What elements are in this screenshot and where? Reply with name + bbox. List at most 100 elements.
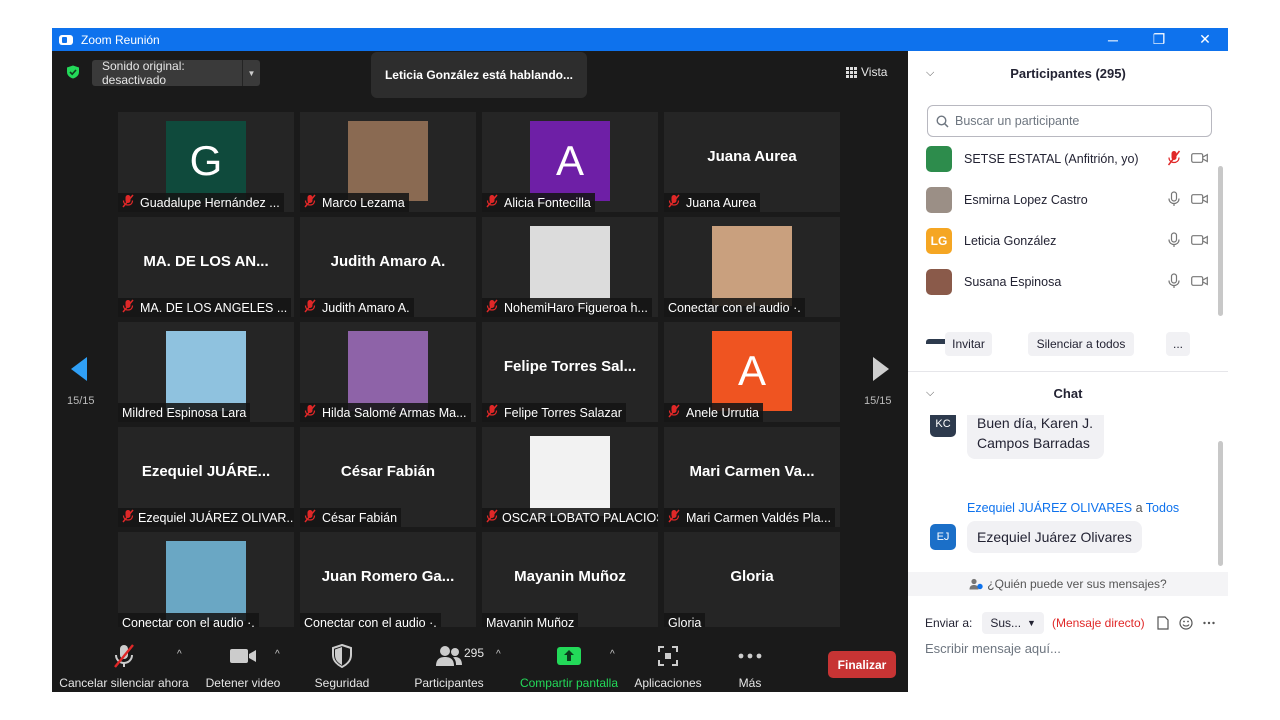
participant-video-tile[interactable]: OSCAR LOBATO PALACIOS: [482, 427, 658, 527]
participant-name-label: NohemiHaro Figueroa h...: [482, 298, 652, 317]
profile-photo: [712, 226, 792, 306]
participant-name-text: OSCAR LOBATO PALACIOS: [502, 510, 658, 525]
previous-page-arrow-icon[interactable]: [65, 354, 95, 384]
microphone-icon[interactable]: [1167, 272, 1181, 292]
title-bar: Zoom Reunión ─ ❐ ✕: [52, 28, 1228, 51]
participant-video-tile[interactable]: Mari Carmen Va... Mari Carmen Valdés Pla.…: [664, 427, 840, 527]
page-indicator-right: 15/15: [864, 395, 892, 407]
participant-row[interactable]: Susana Espinosa: [926, 267, 1208, 297]
share-screen-button[interactable]: Compartir pantalla: [518, 627, 620, 692]
participant-video-tile[interactable]: Ezequiel JUÁRE... Ezequiel JUÁREZ OLIVAR.…: [118, 427, 294, 527]
participant-video-tile[interactable]: Juana Aurea Juana Aurea: [664, 112, 840, 212]
participant-name-label: Juana Aurea: [664, 193, 761, 212]
security-button[interactable]: Seguridad: [300, 627, 384, 692]
participant-display-name: Juan Romero Ga...: [321, 568, 455, 585]
unmute-label: Cancelar silenciar ahora: [59, 676, 189, 690]
participants-caret-icon[interactable]: ^: [496, 649, 501, 660]
muted-microphone-icon: [486, 194, 500, 211]
microphone-muted-icon[interactable]: [1167, 150, 1181, 169]
participant-video-tile[interactable]: G Guadalupe Hernández ...: [118, 112, 294, 212]
participant-row[interactable]: LG Leticia González: [926, 226, 1208, 256]
zoom-logo-icon: [59, 34, 73, 45]
microphone-muted-icon: [114, 644, 134, 668]
more-dots-icon[interactable]: [1202, 621, 1215, 625]
next-page-arrow-icon[interactable]: [865, 354, 895, 384]
end-meeting-button[interactable]: Finalizar: [828, 651, 896, 678]
view-label: Vista: [861, 65, 888, 79]
restore-button[interactable]: ❐: [1136, 28, 1182, 51]
apps-button[interactable]: Aplicaciones: [630, 627, 706, 692]
participant-video-tile[interactable]: Mayanin Muñoz Mayanin Muñoz: [482, 532, 658, 632]
chevron-down-icon[interactable]: ▼: [242, 60, 260, 86]
participant-video-tile[interactable]: Gloria Gloria: [664, 532, 840, 632]
chat-recipient[interactable]: Todos: [1146, 501, 1179, 515]
minimize-button[interactable]: ─: [1090, 28, 1136, 51]
video-camera-icon[interactable]: [1191, 193, 1208, 208]
participant-name-label: Mari Carmen Valdés Pla...: [664, 508, 835, 527]
participant-video-tile[interactable]: NohemiHaro Figueroa h...: [482, 217, 658, 317]
participant-display-name: Gloria: [730, 568, 774, 585]
participant-name-text: Guadalupe Hernández ...: [140, 195, 280, 210]
participant-name-text: Anele Urrutia: [686, 405, 759, 420]
microphone-icon[interactable]: [1167, 190, 1181, 210]
zoom-window: Zoom Reunión ─ ❐ ✕ Sonido original: desa…: [52, 28, 1228, 692]
muted-microphone-icon: [668, 509, 682, 526]
chat-message-input[interactable]: Escribir mensaje aquí...: [925, 641, 1061, 656]
share-options-caret-icon[interactable]: ^: [610, 649, 615, 660]
participant-video-tile[interactable]: MA. DE LOS AN... MA. DE LOS ANGELES ...: [118, 217, 294, 317]
send-to-row: Enviar a: Sus... ▼ (Mensaje directo): [925, 611, 1215, 635]
participants-header: ⌵ Participantes (295): [908, 51, 1228, 95]
participant-video-tile[interactable]: A Anele Urrutia: [664, 322, 840, 422]
participant-search-input[interactable]: Buscar un participante: [927, 105, 1212, 137]
more-button[interactable]: Más: [718, 627, 782, 692]
muted-microphone-icon: [304, 299, 318, 316]
participant-row[interactable]: SETSE ESTATAL (Anfitrión, yo): [926, 144, 1208, 174]
participant-list-scrollbar[interactable]: [1218, 166, 1223, 316]
participant-display-name: Mayanin Muñoz: [514, 568, 626, 585]
chat-message-line: Campos Barradas: [977, 435, 1090, 451]
chat-sender-line: Ezequiel JUÁREZ OLIVARES a Todos: [967, 501, 1179, 515]
video-options-caret-icon[interactable]: ^: [275, 649, 280, 660]
participant-name: Susana Espinosa: [964, 275, 1062, 289]
who-can-see-messages[interactable]: ¿Quién puede ver sus mensajes?: [908, 572, 1228, 596]
participant-video-tile[interactable]: Judith Amaro A. Judith Amaro A.: [300, 217, 476, 317]
more-options-button[interactable]: ...: [1166, 332, 1190, 356]
file-icon[interactable]: [1157, 616, 1169, 630]
participant-video-tile[interactable]: Marco Lezama: [300, 112, 476, 212]
video-camera-icon[interactable]: [1191, 275, 1208, 290]
participants-count: 295: [464, 646, 485, 660]
chevron-down-icon[interactable]: ⌵: [926, 67, 934, 80]
participant-video-tile[interactable]: A Alicia Fontecilla: [482, 112, 658, 212]
chat-message-bubble: Ezequiel Juárez Olivares: [967, 521, 1142, 553]
participant-video-tile[interactable]: Conectar con el audio ·.: [118, 532, 294, 632]
participant-video-tile[interactable]: Juan Romero Ga... Conectar con el audio ·…: [300, 532, 476, 632]
microphone-icon[interactable]: [1167, 231, 1181, 251]
send-to-select[interactable]: Sus... ▼: [982, 612, 1044, 634]
participant-video-tile[interactable]: César Fabián César Fabián: [300, 427, 476, 527]
view-button[interactable]: Vista: [846, 61, 887, 83]
invite-button[interactable]: Invitar: [945, 332, 992, 356]
chevron-down-icon[interactable]: ⌵: [926, 387, 934, 400]
close-button[interactable]: ✕: [1182, 28, 1228, 51]
audio-options-caret-icon[interactable]: ^: [177, 649, 182, 660]
chat-scrollbar[interactable]: [1218, 441, 1223, 566]
participant-name-label: OSCAR LOBATO PALACIOS: [482, 508, 658, 527]
video-camera-icon[interactable]: [1191, 234, 1208, 249]
original-sound-toggle[interactable]: Sonido original: desactivado ▼: [92, 59, 260, 87]
participant-video-tile[interactable]: Mildred Espinosa Lara: [118, 322, 294, 422]
participant-display-name: Ezequiel JUÁRE...: [141, 463, 271, 480]
direct-message-label: (Mensaje directo): [1051, 616, 1145, 630]
muted-microphone-icon: [304, 404, 318, 421]
participant-name-text: Hilda Salomé Armas Ma...: [322, 405, 467, 420]
chat-sender-name[interactable]: Ezequiel JUÁREZ OLIVARES: [967, 501, 1132, 515]
participant-row[interactable]: Esmirna Lopez Castro: [926, 185, 1208, 215]
participant-video-tile[interactable]: Hilda Salomé Armas Ma...: [300, 322, 476, 422]
video-camera-icon[interactable]: [1191, 152, 1208, 167]
mute-all-button[interactable]: Silenciar a todos: [1028, 332, 1134, 356]
emoji-icon[interactable]: [1179, 616, 1193, 630]
participant-video-tile[interactable]: Conectar con el audio ·.: [664, 217, 840, 317]
letter-avatar: G: [166, 121, 246, 201]
participant-video-tile[interactable]: Felipe Torres Sal... Felipe Torres Salaza…: [482, 322, 658, 422]
encryption-shield-icon[interactable]: [66, 65, 80, 79]
unmute-button[interactable]: Cancelar silenciar ahora: [59, 627, 189, 692]
